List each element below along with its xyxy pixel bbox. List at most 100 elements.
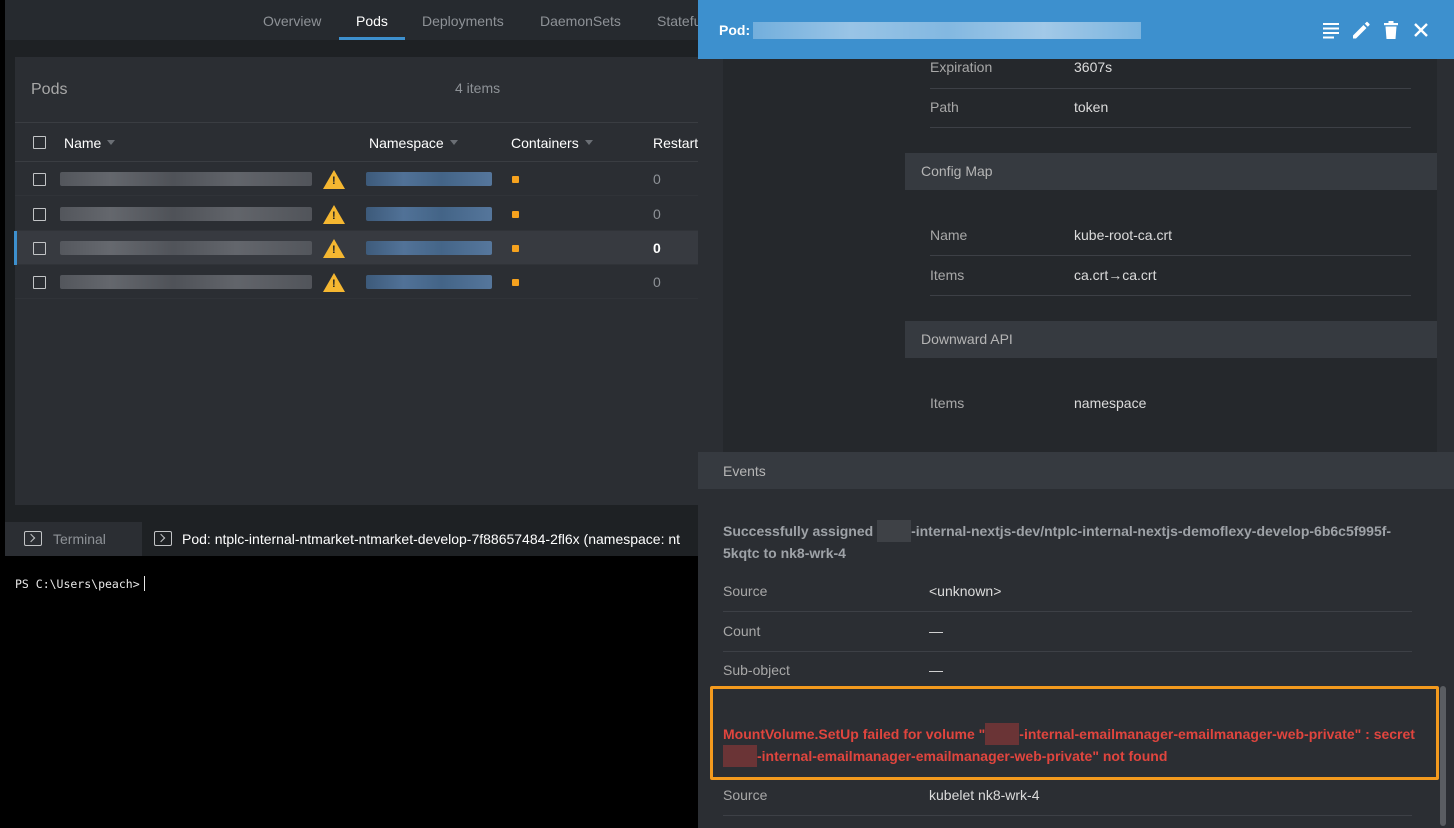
tab-overview[interactable]: Overview (263, 0, 321, 40)
container-status-icon (512, 176, 519, 183)
downward-api-heading-label: Downward API (921, 331, 1013, 347)
pod-name-redacted (753, 22, 1141, 39)
field-label: Count (723, 623, 761, 639)
warning-icon: ! (323, 273, 345, 292)
terminal-icon (24, 531, 42, 546)
event-message: Successfully assigned -internal-nextjs-d… (723, 520, 1413, 564)
sort-arrow-icon (107, 140, 116, 145)
dock-tab-terminal[interactable]: Terminal (5, 522, 140, 556)
column-containers[interactable]: Containers (511, 135, 593, 151)
redacted-text (877, 520, 912, 542)
pods-table-panel: Pods 4 items Name Namespace Containers R… (14, 57, 698, 505)
edit-icon[interactable] (1350, 19, 1372, 41)
table-header: Name Namespace Containers Restart (15, 124, 698, 162)
drawer-scrollbar[interactable] (1440, 686, 1446, 826)
tab-statefulsets[interactable]: Statefu (657, 0, 698, 40)
logs-icon[interactable] (1320, 19, 1342, 41)
column-restarts-label: Restart (653, 135, 698, 151)
namespace-redacted (366, 207, 492, 221)
table-row[interactable]: ! 0 (15, 197, 698, 231)
pods-title: Pods (31, 81, 68, 98)
field-label: Source (723, 583, 768, 599)
field-value: — (929, 623, 943, 639)
selection-indicator (14, 231, 17, 265)
column-namespace-label: Namespace (369, 135, 444, 151)
field-value: kube-root-ca.crt (1074, 227, 1173, 243)
tab-pods[interactable]: Pods (339, 0, 405, 40)
divider (930, 127, 1411, 128)
table-row-selected[interactable]: ! 0 (14, 231, 698, 265)
dock-tab-pod-shell[interactable]: Pod: ntplc-internal-ntmarket-ntmarket-de… (142, 522, 698, 556)
select-all-checkbox[interactable] (33, 136, 46, 149)
column-namespace[interactable]: Namespace (369, 135, 458, 151)
cluster-workloads-view: Overview Pods Deployments DaemonSets Sta… (5, 0, 698, 556)
row-checkbox[interactable] (33, 208, 46, 221)
column-restarts[interactable]: Restart (653, 135, 698, 151)
field-label: Path (930, 99, 959, 115)
field-label: Items (930, 395, 965, 411)
row-checkbox[interactable] (33, 242, 46, 255)
field-value: — (929, 662, 943, 678)
restart-count: 0 (653, 206, 661, 222)
pod-details-drawer: Pod: Expiration 3607s Path token Config … (698, 0, 1454, 828)
restart-count: 0 (653, 274, 661, 290)
close-icon[interactable] (1410, 19, 1432, 41)
drawer-title: Pod: (719, 22, 751, 38)
field-value: kubelet nk8-wrk-4 (929, 787, 1040, 803)
field-label: Name (930, 227, 968, 243)
tab-deployments[interactable]: Deployments (422, 0, 504, 40)
restart-count: 0 (653, 240, 661, 256)
field-label: Expiration (930, 59, 993, 75)
restart-count: 0 (653, 171, 661, 187)
container-status-icon (512, 245, 519, 252)
table-row[interactable]: ! 0 (15, 265, 698, 299)
divider (723, 611, 1412, 612)
warning-icon: ! (323, 239, 345, 258)
pods-header: Pods 4 items (15, 57, 698, 123)
config-map-heading-label: Config Map (921, 163, 993, 179)
drawer-header: Pod: (698, 0, 1454, 59)
field-value: namespace (1074, 395, 1147, 411)
warning-icon: ! (323, 205, 345, 224)
highlight-box (710, 686, 1439, 780)
row-checkbox[interactable] (33, 276, 46, 289)
events-heading: Events (698, 452, 1454, 489)
divider (723, 651, 1412, 652)
pod-name-redacted (60, 275, 312, 289)
terminal-prompt-text: PS C:\Users\peach> (15, 577, 140, 591)
sort-arrow-icon (584, 140, 593, 145)
tab-daemonsets[interactable]: DaemonSets (540, 0, 621, 40)
namespace-redacted (366, 241, 492, 255)
pods-count: 4 items (455, 80, 501, 96)
terminal-prompt: PS C:\Users\peach> (15, 576, 145, 591)
terminal-output[interactable]: PS C:\Users\peach> (5, 556, 698, 828)
field-value: token (1074, 99, 1109, 115)
container-status-icon (512, 211, 519, 218)
workloads-tabbar: Overview Pods Deployments DaemonSets Sta… (5, 0, 698, 40)
event-message-part: Successfully assigned (723, 523, 874, 539)
row-checkbox[interactable] (33, 173, 46, 186)
divider (930, 88, 1411, 89)
delete-icon[interactable] (1380, 19, 1402, 41)
column-name[interactable]: Name (64, 135, 116, 151)
field-value: ca.crt→ca.crt (1074, 267, 1157, 283)
container-status-icon (512, 279, 519, 286)
events-heading-label: Events (723, 463, 766, 479)
field-value: 3607s (1074, 59, 1113, 75)
bottom-dock-tabs: Terminal Pod: ntplc-internal-ntmarket-nt… (5, 522, 698, 556)
pod-name-redacted (60, 241, 312, 255)
divider (930, 295, 1411, 296)
terminal-icon (154, 531, 172, 546)
dock-tab-terminal-label: Terminal (53, 531, 106, 547)
column-containers-label: Containers (511, 135, 579, 151)
column-name-label: Name (64, 135, 102, 151)
table-row[interactable]: ! 0 (15, 162, 698, 196)
pod-name-redacted (60, 207, 312, 221)
pod-name-redacted (60, 172, 312, 186)
downward-api-heading: Downward API (905, 321, 1437, 358)
divider (723, 815, 1412, 816)
sort-arrow-icon (449, 140, 458, 145)
field-label: Sub-object (723, 662, 790, 678)
field-label: Source (723, 787, 768, 803)
terminal-cursor (143, 576, 145, 591)
